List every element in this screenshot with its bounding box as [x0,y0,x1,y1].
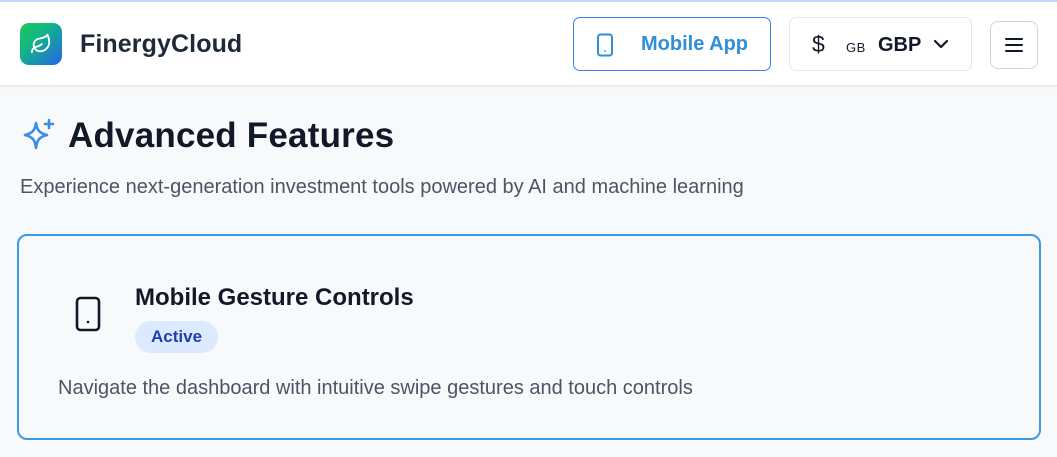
smartphone-icon [75,296,101,332]
brand-name[interactable]: FinergyCloud [80,30,242,59]
logo[interactable] [20,23,62,65]
currency-selector[interactable]: $ GB GBP [789,17,972,71]
feature-title: Mobile Gesture Controls [135,284,414,311]
smartphone-icon [597,33,613,57]
top-navbar: FinergyCloud Mobile App $ GB GBP [0,2,1057,86]
feature-description: Navigate the dashboard with intuitive sw… [58,377,693,399]
sparkles-icon [23,118,55,150]
page-subtitle: Experience next-generation investment to… [20,176,744,198]
hamburger-menu-icon [1005,38,1023,52]
page-title: Advanced Features [68,116,395,155]
status-badge: Active [135,321,219,353]
chevron-down-icon [933,39,949,49]
menu-button[interactable] [990,21,1038,69]
currency-code: GBP [878,34,922,56]
mobile-app-button[interactable]: Mobile App [573,17,771,71]
mobile-app-label: Mobile App [641,33,749,55]
currency-flag: GB [846,40,866,55]
currency-symbol: $ [812,31,825,57]
leaf-icon [30,33,51,54]
feature-card[interactable]: Mobile Gesture Controls Active Navigate … [17,234,1041,440]
